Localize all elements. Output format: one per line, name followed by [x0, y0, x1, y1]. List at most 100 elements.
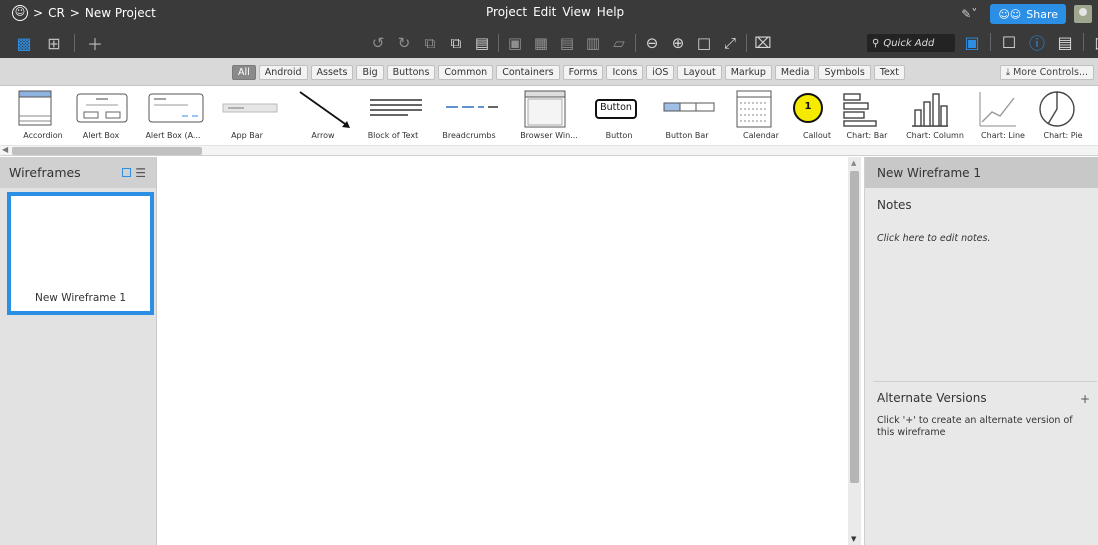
filter-common[interactable]: Common: [438, 65, 494, 80]
button-thumbnail-text: Button: [600, 102, 632, 113]
pen-icon: ✎˅: [961, 7, 978, 21]
menu-help[interactable]: Help: [597, 5, 624, 19]
title-bar-actions: ✎˅ ☺☺ Share: [956, 4, 1092, 24]
filter-markup[interactable]: Markup: [724, 65, 772, 80]
app-bar-thumbnail: [222, 103, 278, 113]
menu-view[interactable]: View: [562, 5, 590, 19]
wireframe-thumbnail[interactable]: New Wireframe 1: [7, 192, 154, 315]
thumbnail-view-icon[interactable]: [122, 168, 132, 177]
filter-ios[interactable]: iOS: [646, 65, 675, 80]
chart-line-thumbnail: [979, 92, 1016, 127]
add-icon[interactable]: ＋: [85, 33, 105, 54]
redo-icon[interactable]: ↻: [394, 33, 414, 53]
align-icon[interactable]: ▤: [557, 33, 577, 53]
share-button[interactable]: ☺☺ Share: [990, 4, 1066, 24]
undo-icon[interactable]: ↺: [368, 33, 388, 53]
paste-icon[interactable]: ▤: [472, 33, 492, 53]
browser-window-thumbnail: [524, 90, 566, 128]
filter-buttons[interactable]: Buttons: [386, 65, 436, 80]
present-icon[interactable]: ▷: [1092, 32, 1098, 52]
lock-icon[interactable]: ▱: [609, 33, 629, 53]
divider: [873, 381, 1097, 382]
fit-icon[interactable]: ⤢: [720, 33, 740, 53]
button-bar-thumbnail: [663, 102, 715, 112]
control-label: Alert Box (A...: [145, 131, 201, 140]
zoom-out-icon[interactable]: ⊖: [642, 33, 662, 53]
filter-media[interactable]: Media: [774, 65, 816, 80]
filter-text[interactable]: Text: [873, 65, 906, 80]
actual-size-icon[interactable]: □: [694, 33, 714, 53]
pen-tool-button[interactable]: ✎˅: [956, 4, 982, 24]
more-controls-button[interactable]: ⤓ More Controls...: [999, 65, 1094, 80]
search-icon: ⚲: [872, 37, 880, 49]
library-filter-bar: All Android Assets Big Buttons Common Co…: [0, 58, 1098, 86]
menu-project[interactable]: Project: [486, 5, 527, 19]
ungroup-icon[interactable]: ▦: [531, 33, 551, 53]
properties-panel-header: New Wireframe 1: [865, 157, 1098, 188]
toolbar-divider: [746, 34, 747, 52]
edit-tools: ↺ ↻ ⧉ ⧉ ▤ ▣ ▦ ▤ ▥ ▱ ⊖ ⊕ □ ⤢ ⌧: [368, 33, 773, 53]
view-toggle-group: ▩ ⊞ ＋: [14, 33, 105, 55]
copy-icon[interactable]: ⧉: [420, 33, 440, 53]
alternate-versions-hint: Click '+' to create an alternate version…: [877, 415, 1073, 438]
scrollbar-thumb[interactable]: [850, 171, 859, 483]
scroll-left-icon[interactable]: ◀: [2, 145, 8, 154]
canvas-scrollbar[interactable]: ▲ ▼: [848, 157, 861, 545]
filter-assets[interactable]: Assets: [310, 65, 354, 80]
control-label: Button Bar: [665, 131, 709, 140]
avatar[interactable]: [1074, 5, 1092, 23]
toolbar-divider: [74, 34, 75, 52]
filter-all[interactable]: All: [232, 65, 256, 80]
properties-panel: New Wireframe 1 Notes Click here to edit…: [864, 157, 1098, 545]
add-alternate-version-button[interactable]: +: [1080, 392, 1090, 406]
filter-icons[interactable]: Icons: [606, 65, 644, 80]
filter-forms[interactable]: Forms: [562, 65, 604, 80]
arrow-thumbnail: [299, 91, 350, 128]
panel-toggles: ▣ ☐ ⓘ ▤ ▷: [962, 32, 1098, 54]
toolbar-divider: [498, 34, 499, 52]
duplicate-icon[interactable]: ⧉: [446, 33, 466, 53]
properties-panel-icon[interactable]: ▣: [962, 32, 982, 52]
breadcrumb-separator: >: [33, 6, 44, 20]
alert-box-android-thumbnail: [148, 93, 204, 123]
quick-add-input[interactable]: ⚲ Quick Add: [867, 34, 955, 52]
info-icon[interactable]: ⓘ: [1027, 32, 1047, 53]
distribute-icon[interactable]: ▥: [583, 33, 603, 53]
comments-icon[interactable]: ☐: [999, 32, 1019, 52]
control-label: Button: [605, 131, 633, 140]
panel-title: Wireframes: [9, 165, 81, 180]
filter-layout[interactable]: Layout: [677, 65, 722, 80]
notes-icon[interactable]: ▤: [1055, 32, 1075, 52]
people-icon: ☺☺: [998, 7, 1022, 21]
wireframe-title[interactable]: New Wireframe 1: [877, 166, 981, 180]
filter-big[interactable]: Big: [356, 65, 384, 80]
library-scrollbar[interactable]: ◀: [0, 145, 1098, 156]
single-view-icon[interactable]: ▩: [14, 33, 34, 53]
control-label: Alert Box: [82, 131, 120, 140]
toolbar-divider: [635, 34, 636, 52]
scrollbar-thumb[interactable]: [12, 147, 202, 155]
filter-symbols[interactable]: Symbols: [818, 65, 871, 80]
breadcrumb-project-name[interactable]: New Project: [85, 6, 156, 20]
chart-column-thumbnail: [912, 93, 948, 127]
smiley-icon[interactable]: ☺: [12, 5, 28, 21]
menu-edit[interactable]: Edit: [533, 5, 556, 19]
list-view-icon[interactable]: ☰: [135, 167, 146, 179]
filter-android[interactable]: Android: [258, 65, 308, 80]
grid-view-icon[interactable]: ⊞: [44, 33, 64, 53]
breadcrumb-project-group[interactable]: CR: [48, 6, 65, 20]
filter-containers[interactable]: Containers: [496, 65, 560, 80]
zoom-in-icon[interactable]: ⊕: [668, 33, 688, 53]
delete-icon[interactable]: ⌧: [753, 33, 773, 53]
group-icon[interactable]: ▣: [505, 33, 525, 53]
scroll-up-icon[interactable]: ▲: [851, 159, 856, 167]
wireframes-panel-header: Wireframes ☰: [0, 157, 156, 188]
accordion-thumbnail: [18, 90, 52, 126]
view-mode-toggle: ☰: [122, 167, 146, 179]
wireframe-canvas[interactable]: [158, 157, 848, 545]
notes-editor[interactable]: Click here to edit notes.: [877, 233, 990, 244]
chart-bar-thumbnail: [843, 93, 877, 127]
scroll-down-icon[interactable]: ▼: [851, 535, 856, 543]
calendar-thumbnail: [736, 90, 772, 128]
control-label: Arrow: [311, 131, 335, 140]
